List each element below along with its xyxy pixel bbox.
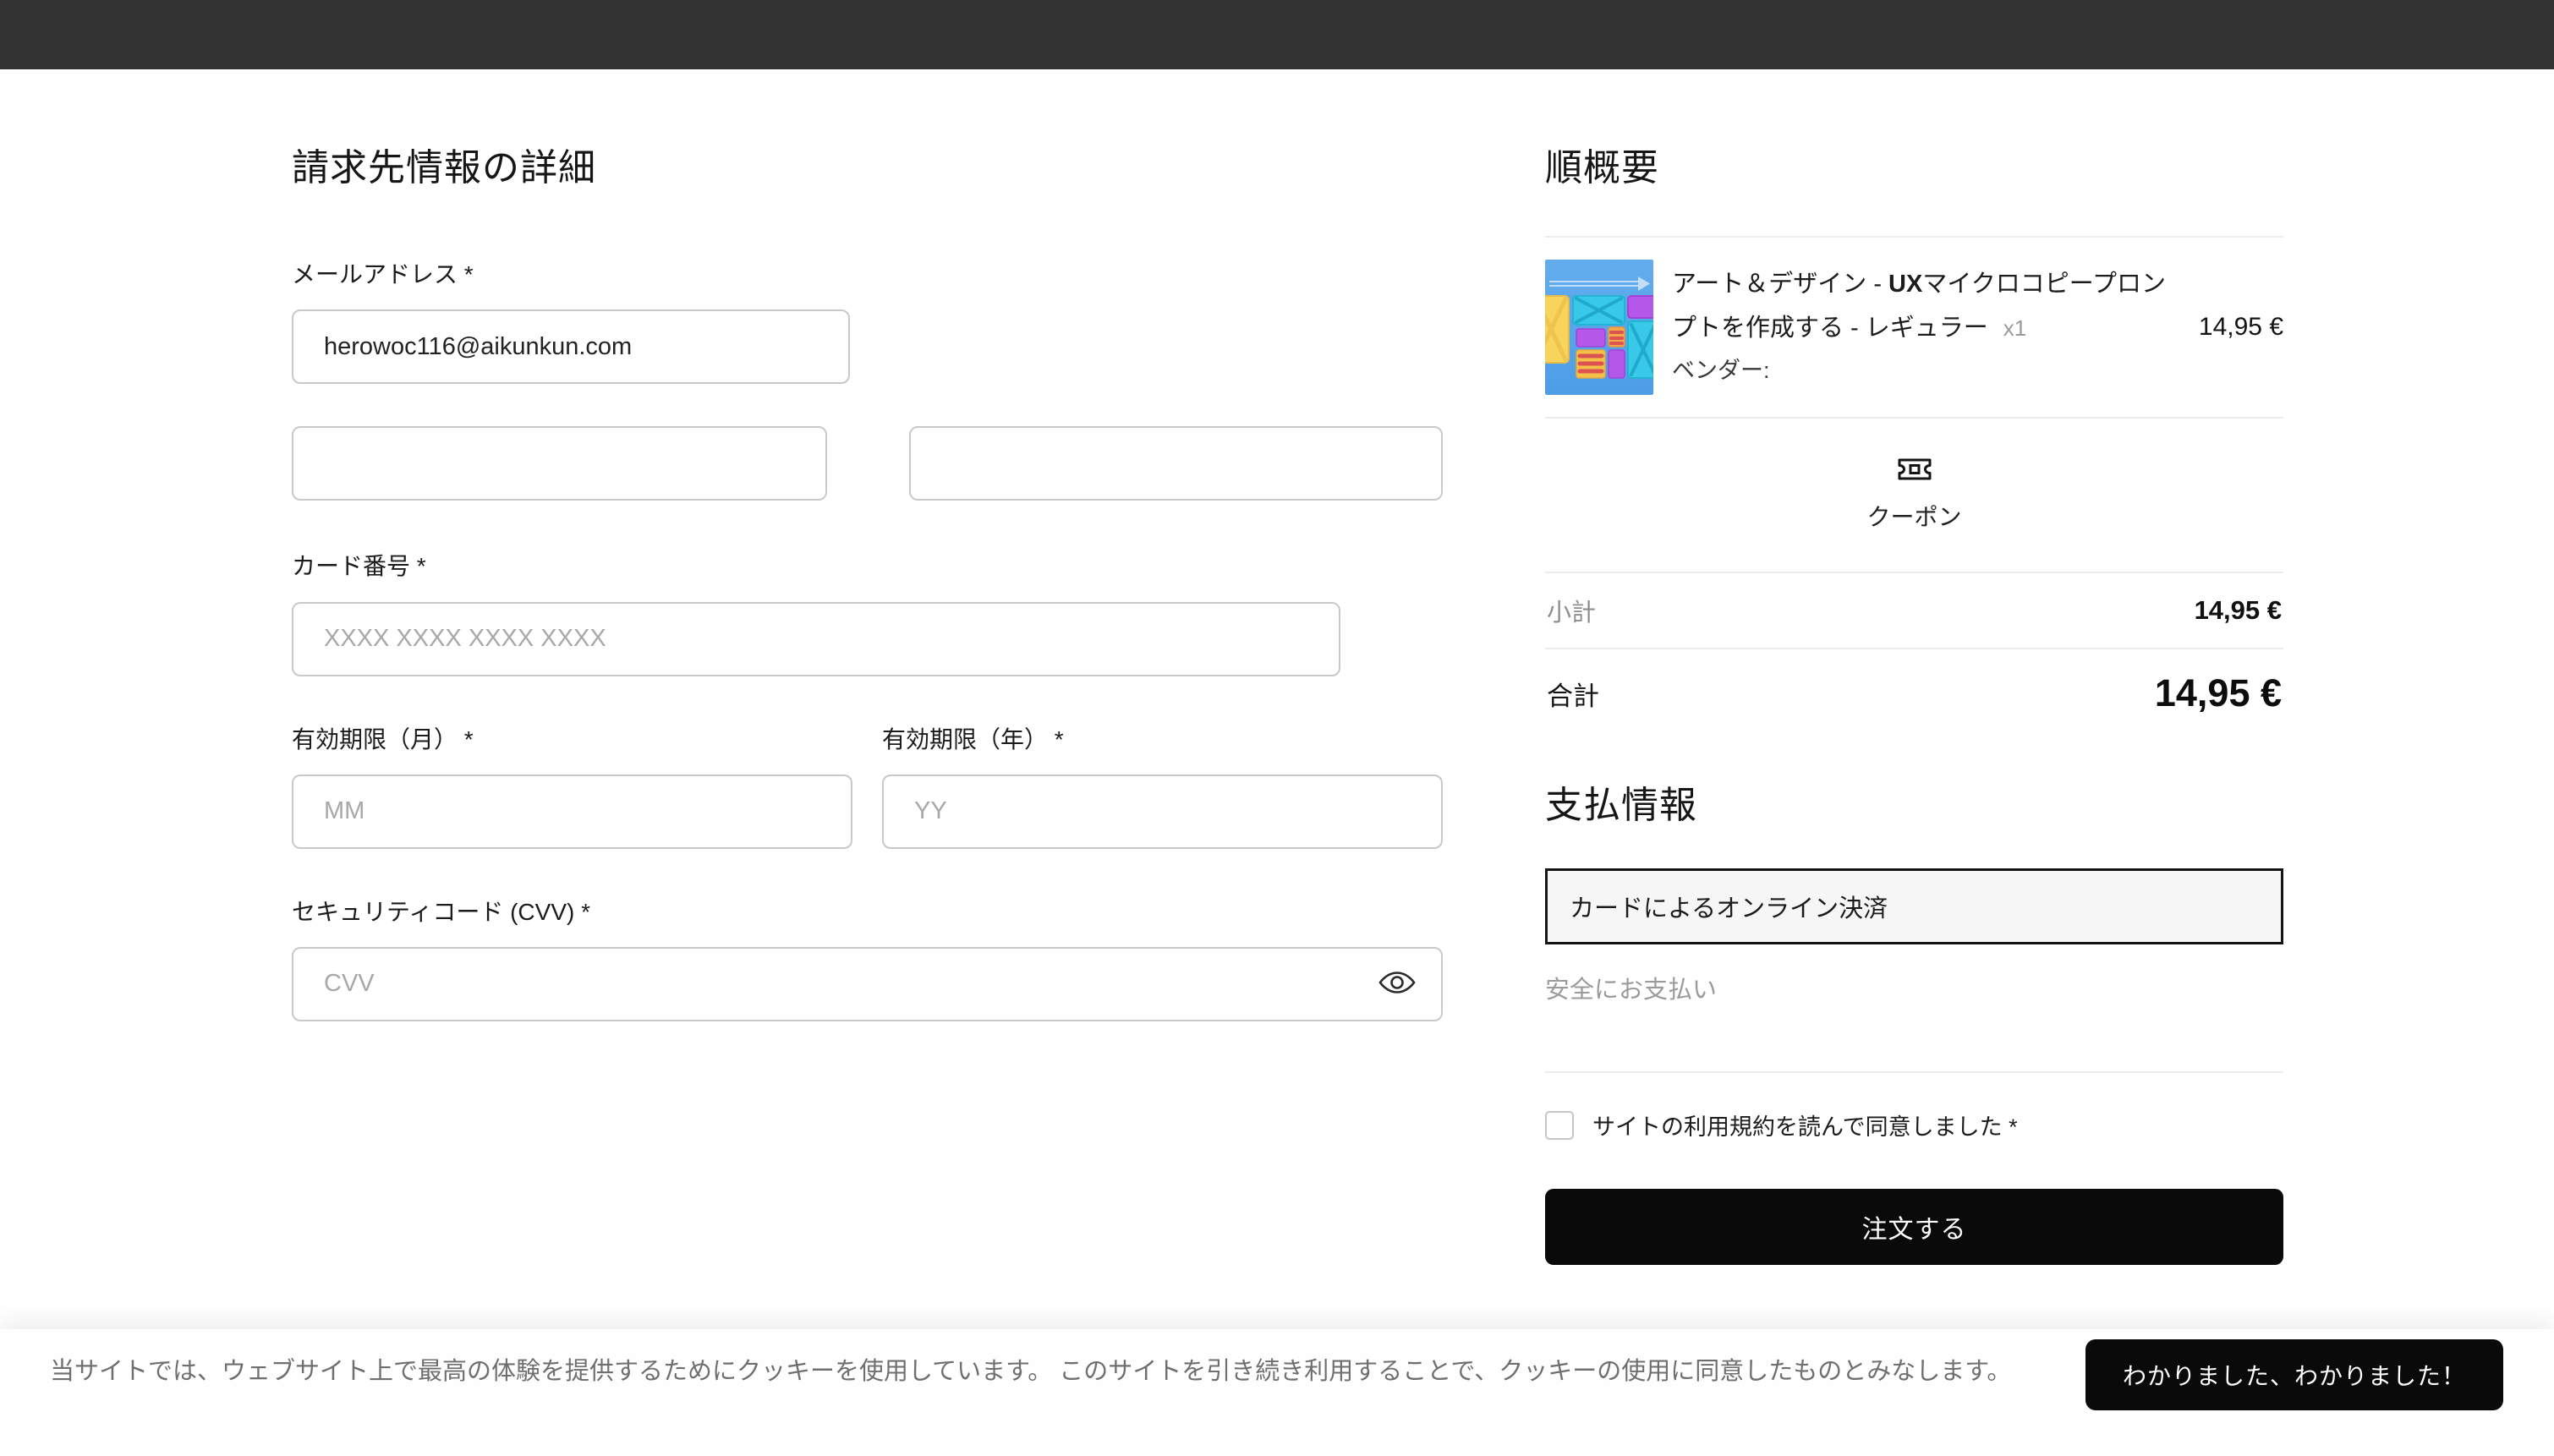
billing-first-field-input[interactable] xyxy=(292,426,827,501)
coupon-ticket-icon xyxy=(1896,473,1933,488)
terms-agreement-row: サイトの利用規約を読んで同意しました * xyxy=(1545,1108,2283,1141)
cookie-message: 当サイトでは、ウェブサイト上で最高の体験を提供するためにクッキーを使用しています… xyxy=(50,1349,2020,1394)
order-summary-section: 順概要 xyxy=(1545,144,2283,1265)
email-label: メールアドレス * xyxy=(292,258,1443,291)
subtotal-value: 14,95 € xyxy=(2195,595,2282,626)
terms-label: サイトの利用規約を読んで同意しました * xyxy=(1592,1108,2018,1141)
product-thumbnail xyxy=(1545,260,1653,395)
place-order-button[interactable]: 注文する xyxy=(1545,1189,2283,1265)
eye-icon xyxy=(1378,969,1416,999)
terms-checkbox[interactable] xyxy=(1545,1111,1574,1140)
cvv-input[interactable] xyxy=(292,947,1443,1021)
payment-method-selected: カードによるオンライン決済 xyxy=(1570,889,1888,924)
divider xyxy=(1545,1071,2283,1073)
coupon-toggle[interactable]: クーポン xyxy=(1545,419,2283,572)
total-value: 14,95 € xyxy=(2155,671,2282,715)
order-item-quantity: x1 xyxy=(2003,315,2026,341)
coupon-label: クーポン xyxy=(1545,499,2283,533)
item-name-bold: UX xyxy=(1888,271,1922,298)
card-number-group: カード番号 * xyxy=(292,550,1443,676)
cvv-group: セキュリティコード (CVV) * xyxy=(292,895,1443,1021)
card-number-input[interactable] xyxy=(292,602,1340,676)
subtotal-row: 小計 14,95 € xyxy=(1545,573,2283,648)
site-header-bar xyxy=(0,0,2554,69)
order-item-vendor: ベンダー: xyxy=(1672,350,2180,391)
expiry-month-group: 有効期限（月） * xyxy=(292,723,852,849)
billing-second-field-input[interactable] xyxy=(909,426,1443,501)
cvv-visibility-toggle[interactable] xyxy=(1373,961,1421,1008)
email-input[interactable] xyxy=(292,309,850,384)
cvv-input-wrap xyxy=(292,947,1443,1021)
expiry-row: 有効期限（月） * 有効期限（年） * xyxy=(292,723,1443,849)
order-item-name: アート＆デザイン - UXマイクロコピープロンプトを作成する - レギュラーx1 xyxy=(1672,263,2180,350)
subtotal-label: 小計 xyxy=(1547,593,1596,628)
expiry-year-group: 有効期限（年） * xyxy=(882,723,1443,849)
secure-payment-note: 安全にお支払い xyxy=(1545,970,2283,1005)
item-name-prefix: アート＆デザイン - xyxy=(1672,271,1888,298)
total-label: 合計 xyxy=(1547,675,1599,713)
payment-info-title: 支払情報 xyxy=(1545,781,2283,829)
cookie-banner: 当サイトでは、ウェブサイト上で最高の体験を提供するためにクッキーを使用しています… xyxy=(0,1329,2554,1456)
card-number-label: カード番号 * xyxy=(292,550,1443,583)
expiry-month-input[interactable] xyxy=(292,775,852,849)
expiry-month-label: 有効期限（月） * xyxy=(292,723,852,756)
order-item-row: アート＆デザイン - UXマイクロコピープロンプトを作成する - レギュラーx1… xyxy=(1545,238,2283,417)
name-fields-row xyxy=(292,426,1443,501)
expiry-year-input[interactable] xyxy=(882,775,1443,849)
email-field-group: メールアドレス * xyxy=(292,258,1443,384)
payment-method-select[interactable]: カードによるオンライン決済 xyxy=(1545,868,2283,944)
expiry-year-label: 有効期限（年） * xyxy=(882,723,1443,756)
order-summary-title: 順概要 xyxy=(1545,144,2283,192)
cvv-label: セキュリティコード (CVV) * xyxy=(292,895,1443,928)
order-item-info: アート＆デザイン - UXマイクロコピープロンプトを作成する - レギュラーx1… xyxy=(1672,260,2180,391)
cookie-accept-button[interactable]: わかりました、わかりました！ xyxy=(2085,1339,2503,1410)
billing-title: 請求先情報の詳細 xyxy=(292,144,1443,192)
order-item-price: 14,95 € xyxy=(2199,313,2283,342)
total-row: 合計 14,95 € xyxy=(1545,649,2283,741)
billing-details-section: 請求先情報の詳細 メールアドレス * カード番号 * 有効期限（月） * 有効期… xyxy=(292,144,1443,1021)
